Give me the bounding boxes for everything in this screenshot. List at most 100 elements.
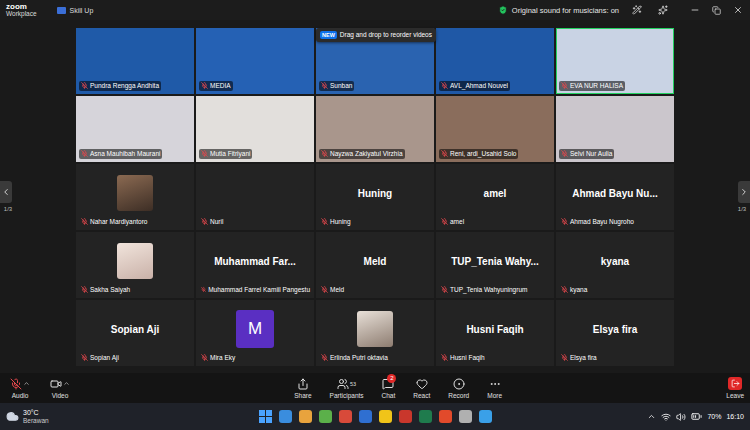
participant-tile[interactable]: Pundra Rengga Andhita	[76, 28, 194, 94]
taskbar-app-icon[interactable]	[399, 410, 412, 423]
participant-tile[interactable]: Sopian Aji Sopian Aji	[76, 300, 194, 366]
mic-muted-icon	[10, 378, 22, 390]
participant-tile[interactable]: MMira Eky	[196, 300, 314, 366]
participant-name: Selvi Nur Aulia	[559, 149, 614, 159]
participant-tile[interactable]: Elsya firaElsya fira	[556, 300, 674, 366]
enhance-button[interactable]	[629, 5, 645, 15]
muted-mic-icon	[441, 82, 448, 89]
tile-center-name: Sopian Aji	[111, 324, 160, 335]
wifi-icon[interactable]	[661, 412, 671, 422]
original-sound-status[interactable]: Original sound for musicians: on	[498, 5, 619, 15]
video-button[interactable]: Video	[50, 377, 70, 399]
taskbar-app-icon[interactable]	[439, 410, 452, 423]
muted-mic-icon	[321, 286, 328, 293]
toolbar-icon	[489, 378, 501, 390]
toolbar-button[interactable]: Record	[448, 377, 469, 399]
leave-button[interactable]: Leave	[726, 377, 744, 399]
participant-tile[interactable]: HuningHuning	[316, 164, 434, 230]
avatar-photo	[117, 175, 153, 211]
participant-name: kyana	[559, 285, 589, 295]
toolbar-button[interactable]: 53Participants	[330, 377, 364, 399]
toolbar-button[interactable]: More	[487, 377, 502, 399]
tile-center-name: kyana	[601, 256, 629, 267]
participant-tile[interactable]: amelamel	[436, 164, 554, 230]
participant-tile[interactable]: MEDIA	[196, 28, 314, 94]
tooltip-text: Drag and drop to reorder videos	[340, 31, 432, 38]
participant-tile[interactable]: Meld Meld	[316, 232, 434, 298]
muted-mic-icon	[321, 354, 328, 361]
muted-mic-icon	[441, 150, 448, 157]
system-tray: 70%16:10	[624, 411, 744, 422]
muted-mic-icon	[201, 218, 208, 225]
participant-tile[interactable]: Erlinda Putri oktavia	[316, 300, 434, 366]
toolbar-button[interactable]: React	[413, 377, 430, 399]
effects-button[interactable]	[655, 5, 671, 15]
participant-tile[interactable]: Sakha Saiyah	[76, 232, 194, 298]
participant-name: MEDIA	[199, 81, 233, 91]
participant-name: Sakha Saiyah	[79, 285, 132, 295]
windows-taskbar: 30°CBerawan 70%16:10	[0, 403, 750, 430]
participant-tile[interactable]: Mutia Fitriyani	[196, 96, 314, 162]
participant-name: Sopian Aji	[79, 353, 121, 363]
taskbar-app-icon[interactable]	[359, 410, 372, 423]
audio-button[interactable]: Audio	[10, 377, 30, 399]
muted-mic-icon	[561, 82, 568, 89]
participant-tile[interactable]: AVL_Ahmad Nouvel	[436, 28, 554, 94]
taskbar-app-icon[interactable]	[419, 410, 432, 423]
participant-tile[interactable]: Selvi Nur Aulia	[556, 96, 674, 162]
participant-tile[interactable]: Husni FaqihHusni Faqih	[436, 300, 554, 366]
avatar-photo	[357, 311, 393, 347]
taskbar-app-icon[interactable]	[339, 410, 352, 423]
participant-tile[interactable]: EVA NUR HALISA	[556, 28, 674, 94]
participant-tile[interactable]: Ahmad Bayu Nu...Ahmad Bayu Nugroho	[556, 164, 674, 230]
participant-tile[interactable]: Nahar Mardiyantoro	[76, 164, 194, 230]
prev-page-button[interactable]	[0, 181, 12, 203]
participant-tile[interactable]: TUP_Tenia Wahy...TUP_Tenia Wahyuningrum	[436, 232, 554, 298]
participant-tile[interactable]: NEWDrag and drop to reorder videos Sunban	[316, 28, 434, 94]
toolbar-button[interactable]: 2Chat	[382, 377, 396, 399]
clock[interactable]: 16:10	[726, 413, 744, 420]
participant-tile[interactable]: Muhammad Far...Muhammad Farrel Kamiil Pa…	[196, 232, 314, 298]
participant-tile[interactable]: kyana kyana	[556, 232, 674, 298]
participant-name: Mira Eky	[199, 353, 237, 363]
wand-icon	[632, 5, 642, 15]
taskbar-app-icon[interactable]	[299, 410, 312, 423]
weather-widget[interactable]: 30°CBerawan	[6, 409, 126, 425]
muted-mic-icon	[201, 354, 208, 361]
participant-tile[interactable]: Reni, ardi_Usahid Solo	[436, 96, 554, 162]
toolbar-button[interactable]: Share	[294, 377, 311, 399]
muted-mic-icon	[201, 82, 208, 89]
tray-overflow-icon[interactable]	[647, 412, 656, 421]
chevron-left-icon	[1, 187, 11, 197]
taskbar-app-icon[interactable]	[279, 410, 292, 423]
muted-mic-icon	[561, 150, 568, 157]
taskbar-app-icon[interactable]	[319, 410, 332, 423]
taskbar-app-icon[interactable]	[459, 410, 472, 423]
page-indicator: 1/3	[4, 206, 12, 212]
shield-icon	[498, 5, 508, 15]
windows-logo-icon[interactable]	[259, 410, 272, 423]
video-icon	[50, 378, 62, 390]
participant-name: Husni Faqih	[439, 353, 487, 363]
minimize-button[interactable]	[687, 5, 703, 15]
participant-name: Meld	[319, 285, 346, 295]
avatar-photo	[117, 243, 153, 279]
volume-icon[interactable]	[676, 412, 686, 422]
restore-button[interactable]	[709, 6, 724, 15]
taskbar-app-icon[interactable]	[379, 410, 392, 423]
participant-tile[interactable]: Asna Mauhibah Maurani	[76, 96, 194, 162]
participant-tile[interactable]: Nayzwa Zakiyatul Virzhia	[316, 96, 434, 162]
muted-mic-icon	[81, 354, 88, 361]
reorder-tooltip: NEWDrag and drop to reorder videos	[316, 28, 436, 42]
next-page-button[interactable]	[738, 181, 750, 203]
participant-tile[interactable]: Nuril	[196, 164, 314, 230]
muted-mic-icon	[321, 82, 328, 89]
tile-center-name: Muhammad Far...	[214, 256, 296, 267]
battery-icon[interactable]	[691, 411, 702, 422]
tile-center-name: Meld	[364, 256, 387, 267]
muted-mic-icon	[81, 286, 88, 293]
close-button[interactable]	[730, 5, 746, 15]
close-icon	[733, 5, 743, 15]
taskbar-app-icon[interactable]	[479, 410, 492, 423]
participant-name: Sunban	[319, 81, 354, 91]
